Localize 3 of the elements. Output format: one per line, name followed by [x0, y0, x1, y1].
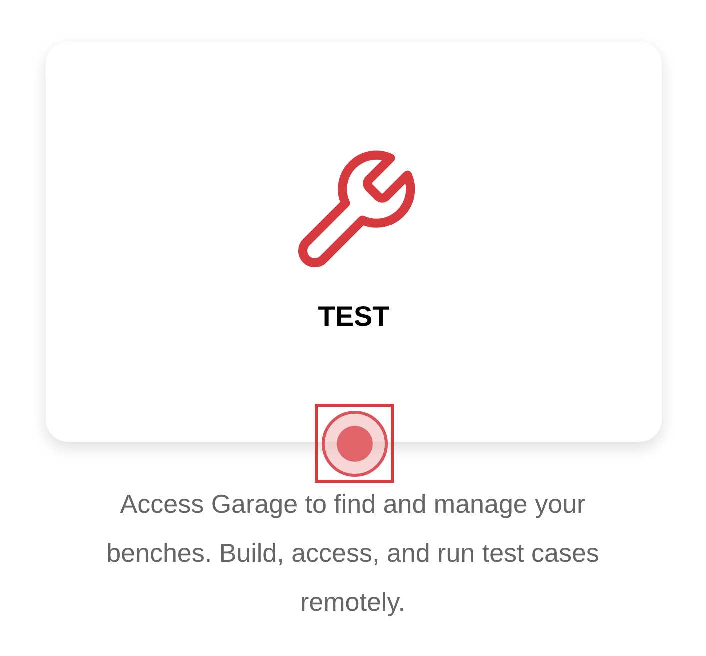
card-background[interactable]: TEST	[46, 42, 662, 442]
card-title: TEST	[318, 300, 390, 334]
description-text: Access Garage to find and manage your benches. Build, access, and run test cases remotely.	[106, 488, 600, 619]
